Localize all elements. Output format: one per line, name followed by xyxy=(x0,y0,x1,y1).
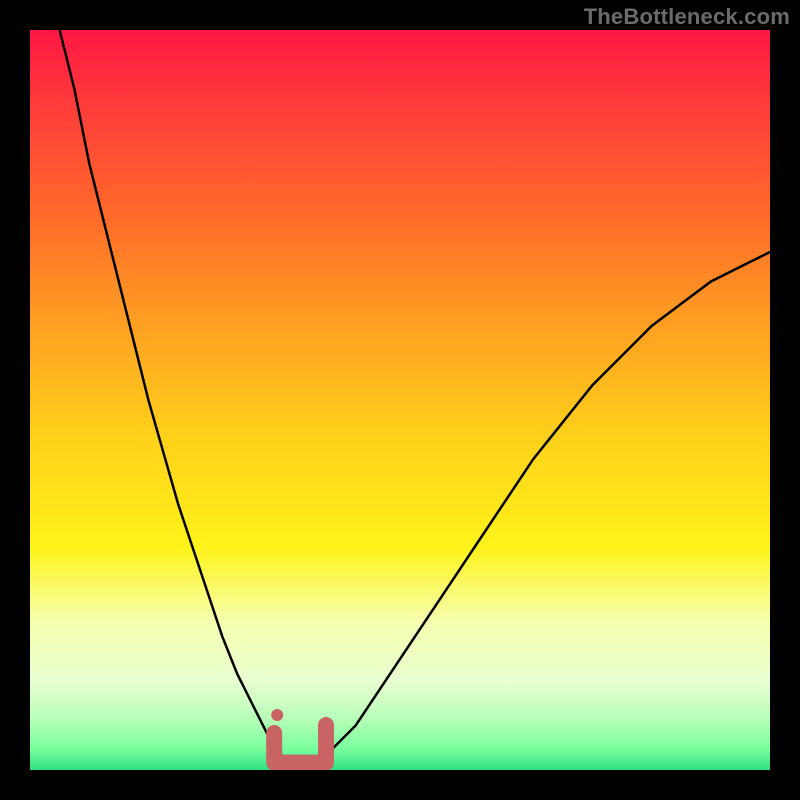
chart-frame xyxy=(30,30,770,770)
curve-overlay xyxy=(30,30,770,770)
watermark-text: TheBottleneck.com xyxy=(584,4,790,30)
optimal-range-marker xyxy=(271,709,326,763)
bottleneck-curve xyxy=(60,30,770,770)
